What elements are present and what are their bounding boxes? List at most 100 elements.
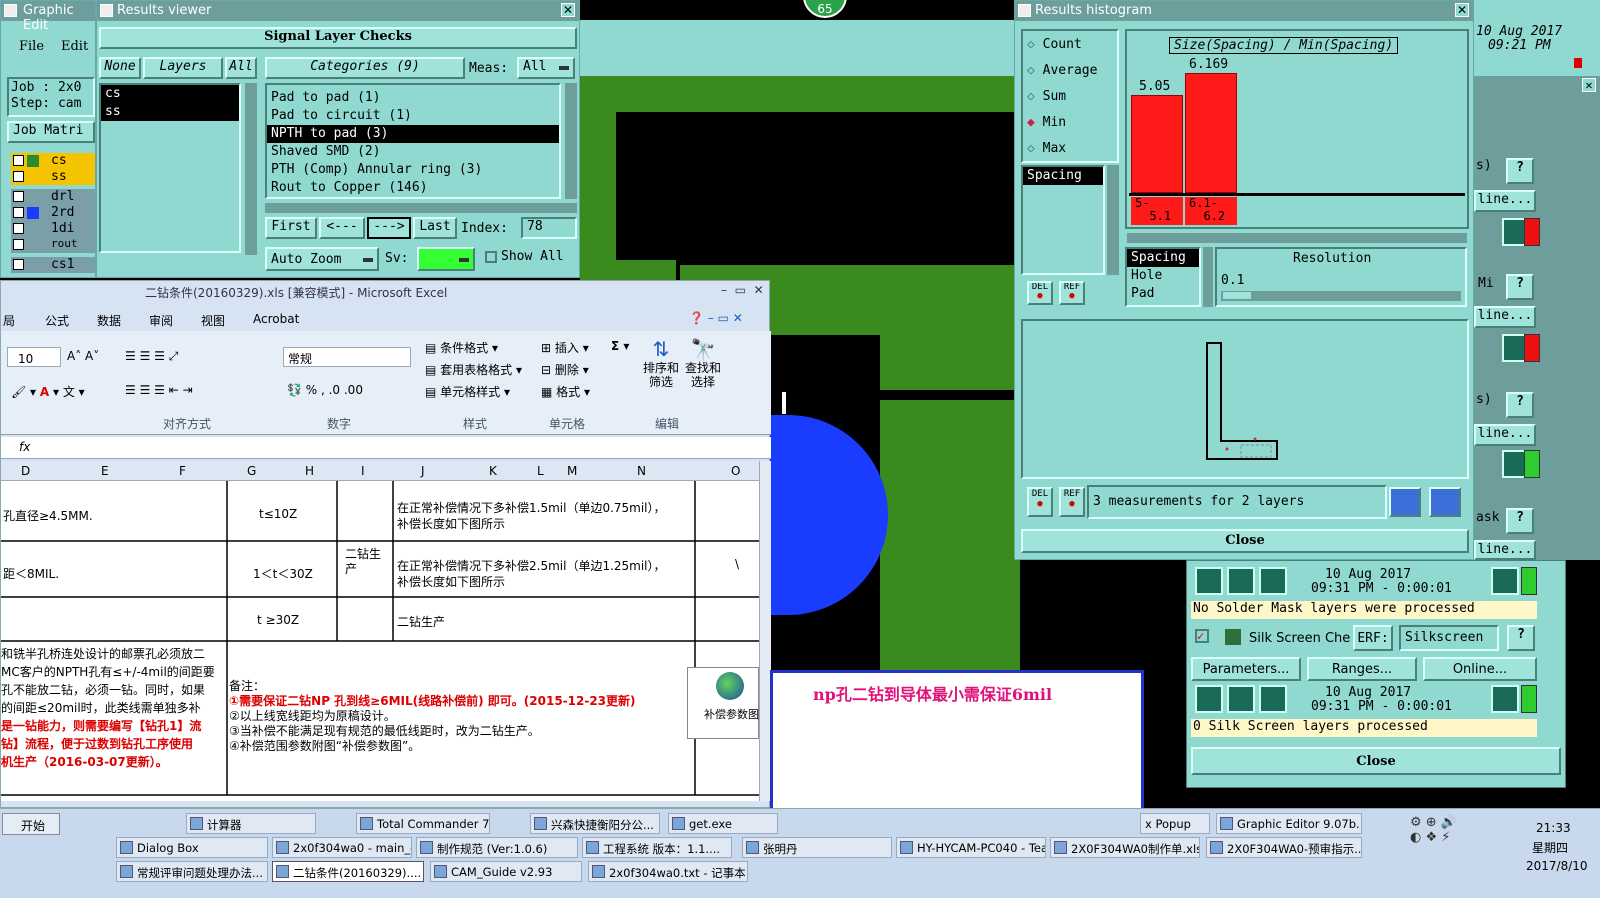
run-icon[interactable] (1259, 567, 1287, 595)
task-cam-guide[interactable]: CAM_Guide v2.93 (430, 861, 582, 882)
mode-max[interactable]: ◇ Max (1027, 141, 1066, 156)
layer-checkbox[interactable] (13, 259, 24, 270)
embedded-icon[interactable]: 补偿参数图 (687, 667, 759, 739)
fill-color-icon[interactable]: 🖌 ▾ A ▾ 文 ▾ (11, 383, 85, 400)
layers-none-button[interactable]: None (99, 57, 141, 79)
task-calculator[interactable]: 计算器 (186, 813, 316, 834)
find-button[interactable]: 🔭 查找和选择 (683, 337, 723, 389)
layer-checkbox[interactable] (13, 223, 24, 234)
clock-time[interactable]: 21:33 (1536, 821, 1571, 835)
layer-ss[interactable]: ss (11, 169, 95, 185)
cell[interactable]: \ (735, 557, 739, 571)
ranges-button[interactable]: Ranges... (1307, 657, 1417, 681)
layer-1di[interactable]: 1di (11, 221, 95, 237)
cell[interactable]: 补偿长度如下图所示 (397, 515, 505, 532)
category-scrollbar[interactable] (565, 83, 577, 199)
first-button[interactable]: First (265, 217, 317, 239)
list-item[interactable]: NPTH to pad (3) (267, 125, 559, 143)
help-icon[interactable]: ? (1506, 508, 1534, 534)
task-get-exe[interactable]: get.exe (668, 813, 778, 834)
bar-1[interactable] (1131, 95, 1183, 193)
online-button[interactable]: line... (1474, 190, 1536, 212)
run-icon[interactable] (1259, 685, 1287, 713)
task-spec[interactable]: 制作规范 (Ver:1.0.6) (416, 837, 578, 858)
task-eng-system[interactable]: 工程系统 版本：1.1.... (582, 837, 732, 858)
list-item[interactable]: Pad to circuit (1) (267, 107, 559, 125)
help-icon[interactable]: ❓ – ▭ ✕ (689, 311, 743, 325)
task-zhang[interactable]: 张明丹 (742, 837, 892, 858)
close-icon[interactable]: ✕ (561, 3, 575, 17)
delete-button[interactable]: ⊟ 删除 ▾ (541, 361, 589, 378)
tab-acrobat[interactable]: Acrobat (253, 312, 299, 326)
col-header[interactable]: H (305, 464, 314, 478)
silk-input[interactable]: Silkscreen (1399, 625, 1499, 651)
type-list[interactable]: Spacing Hole Pad (1125, 247, 1201, 307)
list-item[interactable]: Hole (1127, 267, 1199, 285)
conditional-format-button[interactable]: ▤ 条件格式 ▾ (425, 339, 498, 356)
mode-sum[interactable]: ◇ Sum (1027, 89, 1066, 104)
cell[interactable]: 1＜t＜30Z (253, 565, 313, 582)
cell[interactable]: t≤10Z (259, 507, 297, 521)
del-button[interactable]: DEL ● (1027, 281, 1053, 305)
meas-dropdown[interactable]: All (517, 57, 575, 79)
results-viewer-titlebar[interactable]: Results viewer ✕ (97, 1, 579, 21)
col-header[interactable]: M (567, 464, 577, 478)
tab-formulas[interactable]: 公式 (45, 312, 69, 329)
task-graphic-editor[interactable]: Graphic Editor 9.07b... (1216, 813, 1362, 834)
cell[interactable]: 孔直径≥4.5MM. (3, 507, 93, 524)
list-item[interactable]: PTH (Comp) Annular ring (3) (267, 161, 559, 179)
layer-2rd[interactable]: 2rd (11, 205, 95, 221)
layer-cs1[interactable]: cs1 (11, 257, 95, 273)
help-icon[interactable]: ? (1506, 274, 1534, 300)
histogram-titlebar[interactable]: Results histogram ✕ (1015, 1, 1473, 21)
histogram-close-button[interactable]: Close (1021, 529, 1469, 553)
del-button-2[interactable]: DEL ● (1027, 487, 1053, 517)
layer-cs[interactable]: cs (11, 153, 95, 169)
sort-button[interactable]: ⇅ 排序和筛选 (641, 337, 681, 389)
layer-checkbox[interactable] (13, 171, 24, 182)
job-matrix-button[interactable]: Job Matri (7, 121, 95, 143)
layer-checkbox[interactable] (13, 155, 24, 166)
auto-zoom-dropdown[interactable]: Auto Zoom (265, 247, 379, 271)
sv-color-dropdown[interactable] (417, 247, 475, 271)
list-item[interactable]: Shaved SMD (2) (267, 143, 559, 161)
cell[interactable]: 补偿长度如下图所示 (397, 573, 505, 590)
sheet[interactable]: D E F G H I J K L M N O 孔直径≥4.5MM. t≤10Z… (1, 461, 759, 801)
tab-view[interactable]: 视图 (201, 312, 225, 329)
col-header[interactable]: J (421, 464, 425, 478)
parameters-button[interactable]: Parameters... (1191, 657, 1301, 681)
layer-drl[interactable]: drl (11, 189, 95, 205)
layer-rout[interactable]: rout (11, 237, 95, 253)
layers-button[interactable]: Layers (143, 57, 223, 79)
layer-list[interactable]: cs ss (99, 83, 241, 253)
type-scrollbar[interactable] (1203, 247, 1213, 307)
number-format-dropdown[interactable]: 常规 (283, 347, 411, 367)
grow-font-icon[interactable]: A˄ A˅ (67, 349, 99, 363)
font-size-field[interactable]: 10 (7, 347, 61, 367)
layers-all-button[interactable]: All (225, 57, 257, 79)
formula-bar[interactable]: fx (1, 437, 771, 459)
cell[interactable]: 距＜8MIL. (3, 565, 59, 582)
close-icon[interactable]: ✕ (1582, 78, 1596, 92)
mode-count[interactable]: ◇ Count (1027, 37, 1082, 52)
col-header[interactable]: K (489, 464, 497, 478)
task-xingsen[interactable]: 兴森快捷衡阳分公... (530, 813, 660, 834)
number-format-icons[interactable]: 💱 % , .0 .00 (287, 383, 363, 397)
task-dialog-box[interactable]: Dialog Box (116, 837, 268, 858)
category-hscrollbar[interactable] (265, 203, 577, 213)
resolution-slider[interactable] (1221, 291, 1461, 301)
categories-button[interactable]: Categories (9) (265, 57, 465, 79)
align-icon[interactable]: ☰ ☰ ☰ ⇤ ⇥ (125, 383, 193, 397)
chart-scrollbar[interactable] (1127, 233, 1467, 243)
online-button[interactable]: line... (1474, 306, 1536, 328)
index-input[interactable]: 78 (521, 217, 577, 239)
task-teamviewer[interactable]: HY-HYCAM-PC040 - Tea... (896, 837, 1046, 858)
task-prereview[interactable]: 2X0F304WA0-预审指示... (1206, 837, 1362, 858)
erf-button[interactable]: ERF: (1353, 625, 1393, 651)
list-item[interactable]: ss (101, 103, 239, 121)
list-item[interactable]: Spacing (1127, 249, 1199, 267)
task-notepad[interactable]: 2x0f304wa0.txt - 记事本 (588, 861, 748, 882)
col-header[interactable]: N (637, 464, 646, 478)
format-button[interactable]: ▦ 格式 ▾ (541, 383, 590, 400)
col-header[interactable]: G (247, 464, 256, 478)
